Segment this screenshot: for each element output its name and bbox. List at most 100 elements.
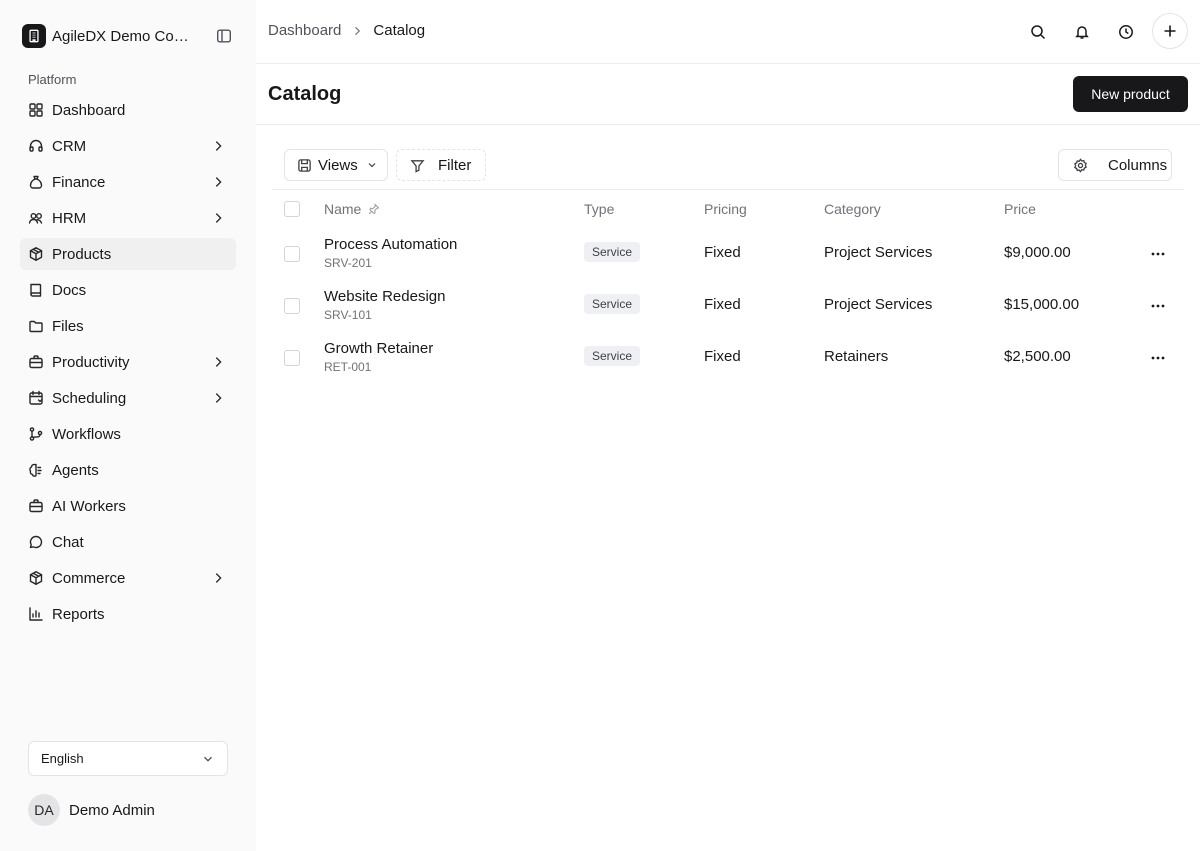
- filter-button[interactable]: Filter: [396, 149, 486, 181]
- bell-icon[interactable]: [1072, 22, 1092, 42]
- sidebar-item-finance[interactable]: Finance: [20, 166, 236, 198]
- sidebar-item-scheduling[interactable]: Scheduling: [20, 382, 236, 414]
- org-switcher[interactable]: AgileDX Demo Com...: [22, 24, 190, 48]
- sidebar-item-crm[interactable]: CRM: [20, 130, 236, 162]
- chevron-right-icon: [351, 25, 363, 37]
- breadcrumb-dashboard[interactable]: Dashboard: [268, 22, 341, 39]
- sidebar-item-label: AI Workers: [52, 497, 126, 515]
- type-badge: Service: [584, 346, 641, 366]
- product-name[interactable]: Growth Retainer: [324, 340, 433, 357]
- sidebar: AgileDX Demo Com... Platform Dashboard CR…: [0, 0, 256, 851]
- sidebar-item-commerce[interactable]: Commerce: [20, 562, 236, 594]
- more-horizontal-icon[interactable]: [1148, 296, 1168, 316]
- category-cell: Retainers: [824, 348, 889, 365]
- pricing-cell: Fixed: [704, 296, 741, 313]
- breadcrumb-current: Catalog: [373, 22, 426, 39]
- sidebar-item-label: Productivity: [52, 353, 130, 371]
- pin-icon[interactable]: [368, 203, 380, 215]
- sidebar-item-label: Docs: [52, 281, 87, 299]
- main-content: Dashboard Catalog Catalog New product Vi…: [256, 0, 1200, 851]
- page-header: Catalog New product: [256, 64, 1200, 125]
- calendar-icon: [28, 390, 44, 406]
- sidebar-item-label: Products: [52, 245, 112, 263]
- section-label-platform: Platform: [28, 72, 77, 87]
- search-icon[interactable]: [1028, 22, 1048, 42]
- sidebar-item-label: Finance: [52, 173, 106, 191]
- language-select[interactable]: English: [28, 741, 228, 776]
- save-icon: [298, 158, 311, 172]
- sidebar-item-agents[interactable]: Agents: [20, 454, 236, 486]
- sidebar-item-reports[interactable]: Reports: [20, 598, 236, 630]
- columns-label: Columns: [1108, 156, 1168, 174]
- pricing-cell: Fixed: [704, 348, 741, 365]
- chevron-right-icon: [210, 354, 226, 370]
- sidebar-item-label: Dashboard: [52, 101, 126, 119]
- new-product-button[interactable]: New product: [1073, 76, 1188, 112]
- product-code: SRV-201: [324, 256, 372, 270]
- users-icon: [28, 210, 44, 226]
- history-icon[interactable]: [1116, 22, 1136, 42]
- category-cell: Project Services: [824, 244, 933, 261]
- folder-icon: [28, 318, 44, 334]
- row-checkbox[interactable]: [284, 246, 300, 262]
- chart-icon: [28, 606, 44, 622]
- column-header-price[interactable]: Price: [1004, 201, 1036, 217]
- sidebar-toggle-icon[interactable]: [214, 26, 234, 46]
- column-header-pricing[interactable]: Pricing: [704, 201, 747, 217]
- sidebar-item-dashboard[interactable]: Dashboard: [20, 94, 236, 126]
- topbar: Dashboard Catalog: [256, 0, 1200, 64]
- product-name[interactable]: Website Redesign: [324, 288, 445, 305]
- filter-label: Filter: [438, 156, 472, 174]
- table-header: Name Type Pricing Category Price: [272, 190, 1184, 228]
- views-label: Views: [318, 156, 358, 174]
- breadcrumb: Dashboard Catalog: [268, 22, 425, 39]
- sidebar-item-workflows[interactable]: Workflows: [20, 418, 236, 450]
- column-header-name-label: Name: [324, 201, 362, 217]
- sidebar-item-files[interactable]: Files: [20, 310, 236, 342]
- select-all-checkbox[interactable]: [284, 201, 300, 217]
- sidebar-item-chat[interactable]: Chat: [20, 526, 236, 558]
- chat-icon: [28, 534, 44, 550]
- column-header-name[interactable]: Name: [324, 201, 380, 217]
- sidebar-item-ai-workers[interactable]: AI Workers: [20, 490, 236, 522]
- table-row[interactable]: Growth Retainer RET-001 Service Fixed Retain…: [272, 332, 1184, 384]
- pricing-cell: Fixed: [704, 244, 741, 261]
- row-checkbox[interactable]: [284, 298, 300, 314]
- gear-icon: [1074, 157, 1087, 173]
- sidebar-item-label: Scheduling: [52, 389, 127, 407]
- column-header-category[interactable]: Category: [824, 201, 881, 217]
- sidebar-item-label: Commerce: [52, 569, 126, 587]
- package-icon: [28, 570, 44, 586]
- sidebar-item-label: Files: [52, 317, 84, 335]
- more-horizontal-icon[interactable]: [1148, 348, 1168, 368]
- sidebar-item-hrm[interactable]: HRM: [20, 202, 236, 234]
- price-cell: $2,500.00: [1004, 348, 1071, 365]
- money-bag-icon: [28, 174, 44, 190]
- product-name[interactable]: Process Automation: [324, 236, 457, 253]
- avatar: DA: [28, 794, 60, 826]
- chevron-right-icon: [210, 570, 226, 586]
- table-row[interactable]: Website Redesign SRV-101 Service Fixed Proje…: [272, 280, 1184, 332]
- more-horizontal-icon[interactable]: [1148, 244, 1168, 264]
- sidebar-item-productivity[interactable]: Productivity: [20, 346, 236, 378]
- package-icon: [28, 246, 44, 262]
- columns-button[interactable]: Columns: [1058, 149, 1172, 181]
- row-checkbox[interactable]: [284, 350, 300, 366]
- chevron-right-icon: [210, 210, 226, 226]
- git-branch-icon: [28, 426, 44, 442]
- sidebar-item-label: CRM: [52, 137, 87, 155]
- column-header-type[interactable]: Type: [584, 201, 614, 217]
- product-code: RET-001: [324, 360, 372, 374]
- user-menu[interactable]: DA Demo Admin: [28, 794, 155, 826]
- table-row[interactable]: Process Automation SRV-201 Service Fixed Pro…: [272, 228, 1184, 280]
- views-button[interactable]: Views: [284, 149, 388, 181]
- sidebar-item-label: Reports: [52, 605, 105, 623]
- sidebar-item-products[interactable]: Products: [20, 238, 236, 270]
- sidebar-item-label: Agents: [52, 461, 99, 479]
- book-icon: [28, 282, 44, 298]
- sidebar-item-docs[interactable]: Docs: [20, 274, 236, 306]
- plus-icon[interactable]: [1152, 13, 1188, 49]
- chevron-right-icon: [210, 174, 226, 190]
- products-table: Name Type Pricing Category Price Process…: [272, 189, 1184, 374]
- building-icon: [22, 24, 46, 48]
